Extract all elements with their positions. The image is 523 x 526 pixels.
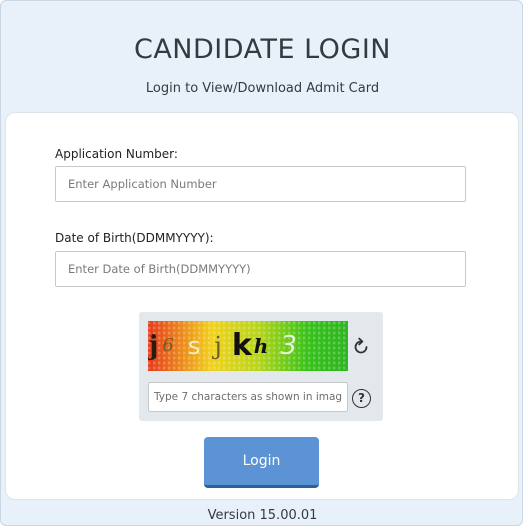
captcha-char: h <box>253 334 269 358</box>
refresh-icon[interactable] <box>350 336 372 358</box>
captcha-char: s <box>187 332 201 360</box>
login-panel: CANDIDATE LOGIN Login to View/Download A… <box>0 0 523 526</box>
version-text: Version 15.00.01 <box>207 508 318 523</box>
captcha-char: j <box>149 331 159 361</box>
captcha-input[interactable] <box>148 382 348 412</box>
help-icon[interactable]: ? <box>352 389 371 408</box>
page-subtitle: Login to View/Download Admit Card <box>145 81 380 96</box>
application-number-input[interactable] <box>55 166 466 202</box>
page-title: CANDIDATE LOGIN <box>133 34 391 65</box>
captcha-char: 6 <box>162 335 174 356</box>
captcha-image: j 6 s j k h 3 <box>148 321 348 371</box>
captcha-char: j <box>214 332 222 360</box>
login-button[interactable]: Login <box>204 437 319 488</box>
date-of-birth-label: Date of Birth(DDMMYYYY): <box>55 231 214 245</box>
captcha-char: k <box>231 328 252 363</box>
application-number-label: Application Number: <box>55 147 178 161</box>
date-of-birth-input[interactable] <box>55 251 466 287</box>
captcha-char: 3 <box>280 331 297 361</box>
